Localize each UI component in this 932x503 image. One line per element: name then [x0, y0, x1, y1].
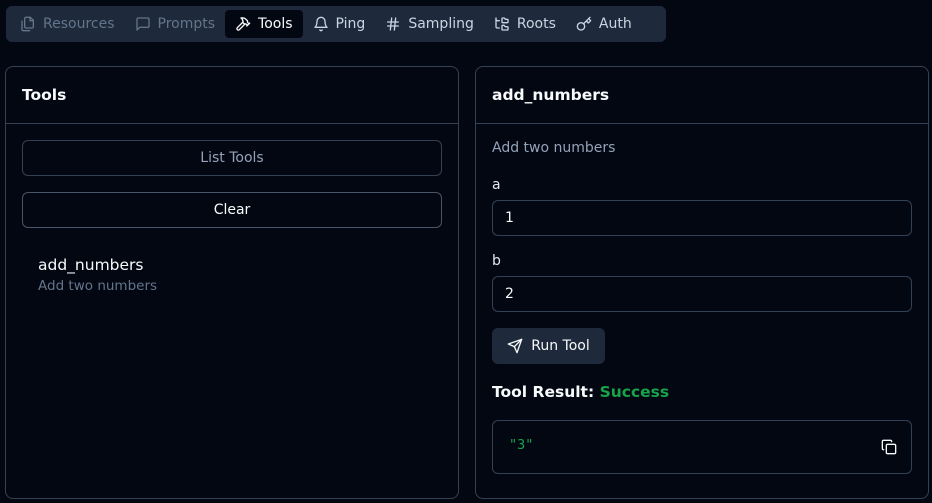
copy-icon: [881, 439, 897, 455]
run-tool-label: Run Tool: [531, 338, 590, 354]
tab-label: Prompts: [157, 16, 216, 32]
list-tools-button[interactable]: List Tools: [22, 140, 442, 176]
tool-detail-description: Add two numbers: [492, 140, 616, 156]
field-label-a: a: [492, 177, 501, 193]
tab-resources[interactable]: Resources: [10, 10, 125, 38]
hash-icon: [385, 16, 401, 32]
tab-ping[interactable]: Ping: [303, 10, 376, 38]
hammer-icon: [235, 16, 251, 32]
message-square-icon: [135, 16, 151, 32]
field-label-b: b: [492, 253, 501, 269]
tab-label: Roots: [516, 16, 556, 32]
tools-panel: Tools List Tools Clear add_numbers Add t…: [5, 66, 459, 499]
tab-prompts[interactable]: Prompts: [125, 10, 226, 38]
tab-bar: Resources Prompts Tools Ping Sampling Ro…: [6, 6, 666, 42]
tool-detail-title: add_numbers: [476, 67, 928, 124]
run-tool-button[interactable]: Run Tool: [492, 328, 605, 364]
tab-sampling[interactable]: Sampling: [375, 10, 484, 38]
field-input-b[interactable]: [492, 276, 912, 312]
tool-result-status: Success: [599, 383, 670, 401]
tools-panel-title: Tools: [6, 67, 458, 124]
tool-list-item[interactable]: add_numbers Add two numbers: [22, 247, 442, 304]
tool-result-label: Tool Result:: [492, 383, 595, 401]
files-icon: [20, 16, 36, 32]
tab-label: Ping: [335, 16, 366, 32]
tab-label: Tools: [258, 16, 293, 32]
tab-auth[interactable]: Auth: [566, 10, 642, 38]
tool-result-box: "3": [492, 420, 912, 474]
send-icon: [507, 338, 523, 354]
folder-tree-icon: [494, 16, 510, 32]
tab-label: Auth: [598, 16, 632, 32]
tool-detail-panel: add_numbers Add two numbers a b Run Tool…: [475, 66, 929, 499]
key-icon: [576, 16, 592, 32]
field-input-a[interactable]: [492, 200, 912, 236]
tab-tools[interactable]: Tools: [225, 10, 303, 38]
bell-icon: [313, 16, 329, 32]
tab-label: Resources: [43, 16, 115, 32]
tab-roots[interactable]: Roots: [484, 10, 566, 38]
tool-description: Add two numbers: [38, 278, 158, 294]
tab-label: Sampling: [408, 16, 474, 32]
tool-result-heading: Tool Result: Success: [492, 383, 669, 401]
clear-button[interactable]: Clear: [22, 192, 442, 228]
tool-result-value: "3": [509, 437, 534, 453]
copy-button[interactable]: [877, 435, 901, 459]
tool-name: add_numbers: [38, 256, 144, 274]
